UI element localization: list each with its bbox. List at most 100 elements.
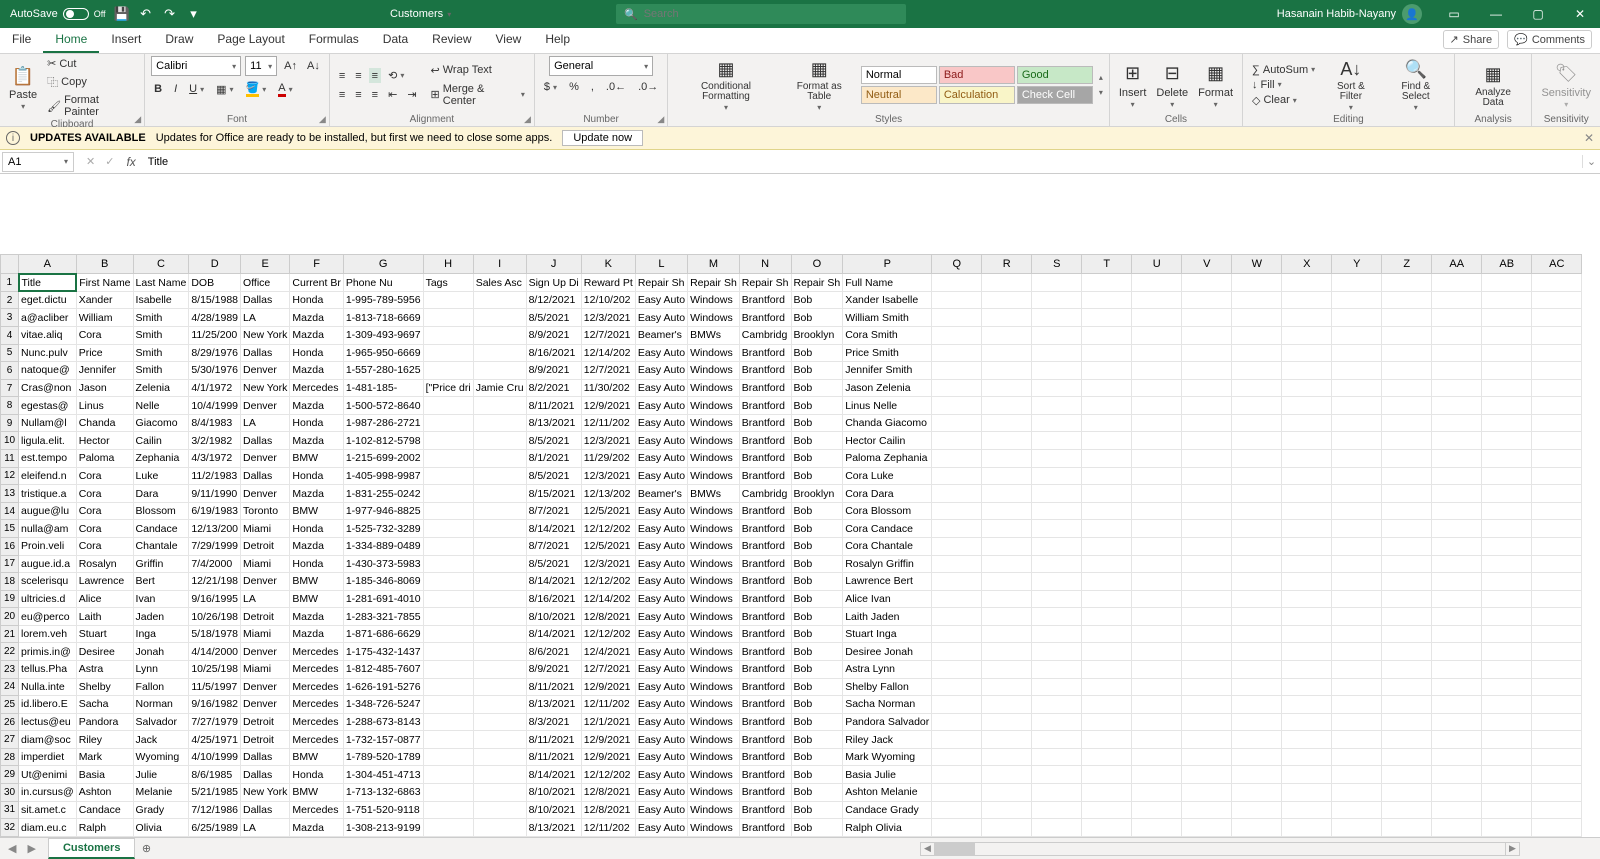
cell[interactable] <box>1132 291 1182 309</box>
cell[interactable] <box>1532 766 1582 784</box>
cell[interactable] <box>423 309 473 327</box>
col-header[interactable]: F <box>290 255 343 274</box>
cell[interactable]: Brantford <box>739 555 791 573</box>
cell[interactable] <box>1332 608 1382 626</box>
cell[interactable]: 8/7/2021 <box>526 502 581 520</box>
cell[interactable]: Easy Auto <box>635 608 687 626</box>
cell[interactable]: vitae.aliq <box>19 327 77 345</box>
cell[interactable] <box>1432 520 1482 538</box>
cell[interactable] <box>1182 748 1232 766</box>
cell[interactable] <box>1382 713 1432 731</box>
cell[interactable]: Easy Auto <box>635 520 687 538</box>
cell[interactable] <box>1432 397 1482 415</box>
cell[interactable] <box>1432 573 1482 591</box>
cell[interactable] <box>473 590 526 608</box>
table-row[interactable]: 22primis.in@DesireeJonah4/14/2000DenverM… <box>1 643 1582 661</box>
cell[interactable]: 1-831-255-0242 <box>343 485 423 503</box>
table-row[interactable]: 7Cras@nonJasonZelenia4/1/1972New YorkMer… <box>1 379 1582 397</box>
cell[interactable] <box>982 678 1032 696</box>
cell[interactable]: 10/25/198 <box>189 661 241 679</box>
align-right-icon[interactable]: ≡ <box>369 87 381 102</box>
cell[interactable]: 8/9/2021 <box>526 362 581 380</box>
row-header[interactable]: 13 <box>1 485 19 503</box>
cell[interactable]: 8/14/2021 <box>526 625 581 643</box>
cell[interactable]: LA <box>241 819 290 837</box>
col-header[interactable]: T <box>1082 255 1132 274</box>
cell[interactable] <box>982 309 1032 327</box>
cell[interactable] <box>1482 291 1532 309</box>
cell[interactable] <box>1532 362 1582 380</box>
cell[interactable] <box>1532 432 1582 450</box>
cell[interactable]: Windows <box>688 819 740 837</box>
cell[interactable] <box>982 713 1032 731</box>
cell[interactable] <box>1332 766 1382 784</box>
cell[interactable]: Easy Auto <box>635 678 687 696</box>
cell[interactable] <box>1082 291 1132 309</box>
cell[interactable] <box>1282 678 1332 696</box>
cell[interactable] <box>1082 819 1132 837</box>
cell[interactable]: Bob <box>791 502 843 520</box>
cell[interactable] <box>1382 450 1432 468</box>
cell[interactable] <box>982 748 1032 766</box>
tab-data[interactable]: Data <box>371 27 420 53</box>
cell[interactable]: Pandora <box>76 713 133 731</box>
cell[interactable]: Windows <box>688 537 740 555</box>
cell[interactable]: LA <box>241 414 290 432</box>
increase-decimal-icon[interactable]: .0← <box>603 80 629 94</box>
cell[interactable]: Chanda <box>76 414 133 432</box>
cell[interactable] <box>1332 555 1382 573</box>
col-header[interactable]: K <box>581 255 635 274</box>
cell[interactable] <box>1082 713 1132 731</box>
cell[interactable] <box>473 573 526 591</box>
cell[interactable] <box>1232 731 1282 749</box>
cell[interactable]: eget.dictu <box>19 291 77 309</box>
cell[interactable] <box>1082 344 1132 362</box>
cell[interactable]: 11/30/202 <box>581 379 635 397</box>
table-row[interactable]: 25id.libero.ESachaNorman9/16/1982DenverM… <box>1 696 1582 714</box>
cell[interactable] <box>1482 309 1532 327</box>
cell[interactable]: Windows <box>688 397 740 415</box>
cell[interactable]: Bert <box>133 573 189 591</box>
cell[interactable]: Brantford <box>739 432 791 450</box>
cell[interactable] <box>1232 608 1282 626</box>
cell[interactable] <box>932 573 982 591</box>
cell[interactable]: Honda <box>290 520 343 538</box>
cell[interactable] <box>1432 748 1482 766</box>
cell[interactable] <box>1482 590 1532 608</box>
cell[interactable] <box>1082 520 1132 538</box>
cell[interactable]: Easy Auto <box>635 784 687 802</box>
cell[interactable]: 1-813-718-6669 <box>343 309 423 327</box>
cell[interactable] <box>1482 327 1532 345</box>
cell[interactable]: 12/8/2021 <box>581 784 635 802</box>
cell[interactable] <box>1332 467 1382 485</box>
cell[interactable]: Rosalyn Griffin <box>843 555 932 573</box>
cell[interactable]: 1-348-726-5247 <box>343 696 423 714</box>
cell[interactable] <box>1082 608 1132 626</box>
cell[interactable] <box>1332 485 1382 503</box>
cell[interactable] <box>932 397 982 415</box>
row-header[interactable]: 26 <box>1 713 19 731</box>
cell[interactable] <box>1332 274 1382 292</box>
cell[interactable]: 8/16/2021 <box>526 344 581 362</box>
cell[interactable] <box>1482 819 1532 837</box>
cell[interactable] <box>423 450 473 468</box>
cell[interactable]: Bob <box>791 748 843 766</box>
cell[interactable] <box>1232 801 1282 819</box>
cell[interactable] <box>1132 362 1182 380</box>
cell[interactable] <box>1482 713 1532 731</box>
cell[interactable] <box>1532 414 1582 432</box>
cell[interactable] <box>1332 502 1382 520</box>
cell[interactable]: scelerisqu <box>19 573 77 591</box>
cell[interactable] <box>932 291 982 309</box>
cell[interactable] <box>1432 274 1482 292</box>
cell[interactable] <box>1232 274 1282 292</box>
cell[interactable] <box>1082 485 1132 503</box>
cell[interactable]: 12/7/2021 <box>581 661 635 679</box>
cell[interactable]: Bob <box>791 309 843 327</box>
cell[interactable]: Bob <box>791 713 843 731</box>
cell[interactable] <box>1182 450 1232 468</box>
cell[interactable] <box>1332 537 1382 555</box>
cell[interactable]: 8/14/2021 <box>526 573 581 591</box>
cell[interactable]: 8/11/2021 <box>526 748 581 766</box>
cell[interactable] <box>1082 432 1132 450</box>
